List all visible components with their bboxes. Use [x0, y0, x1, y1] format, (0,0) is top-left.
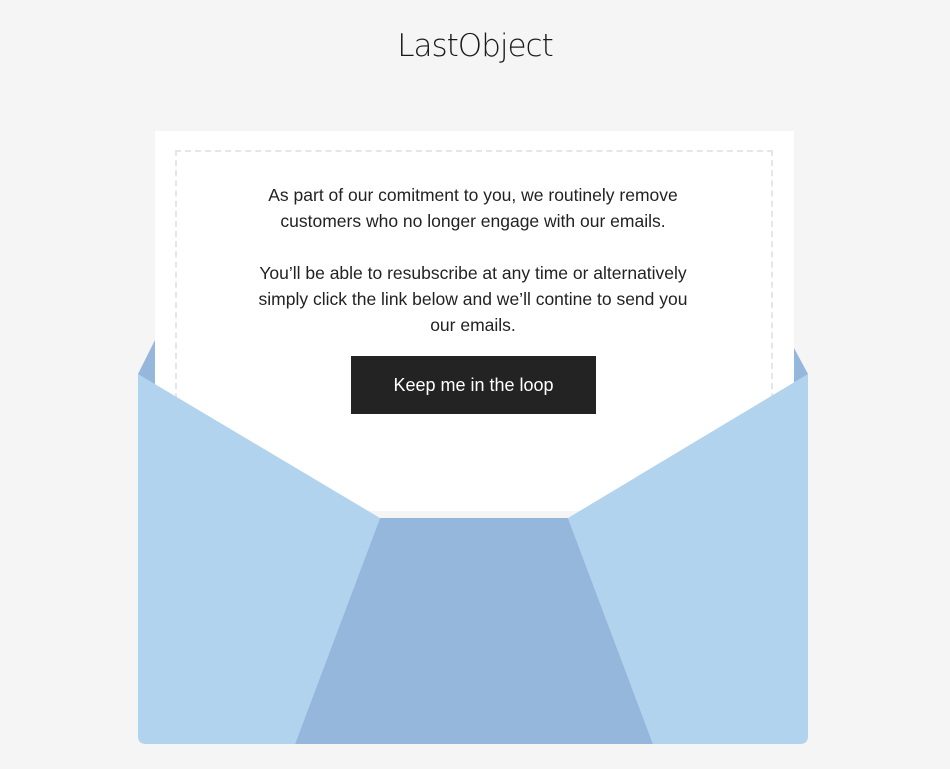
envelope-front [138, 374, 808, 744]
email-page: LastObject As part of our comitment to y… [0, 0, 950, 769]
